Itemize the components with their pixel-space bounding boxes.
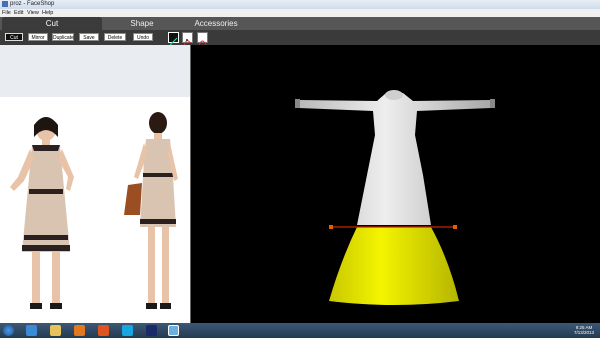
taskbar: 9:25 AM 7/13/2013	[0, 323, 600, 338]
panel-header-strip	[0, 45, 190, 97]
menu-view[interactable]: View	[27, 10, 39, 16]
firefox-icon[interactable]	[98, 325, 109, 336]
window-title: proz - FaceShop	[10, 1, 55, 7]
toolbar: Cut Mirror Duplicate Save Delete Undo	[0, 30, 600, 46]
ie-icon[interactable]	[26, 325, 37, 336]
menu-bar: File Edit View Help	[0, 9, 600, 17]
pen-line-icon[interactable]	[168, 32, 179, 46]
delete-button[interactable]: Delete	[104, 33, 126, 41]
tab-cut[interactable]: Cut	[2, 17, 102, 30]
model-front	[10, 117, 74, 309]
clock[interactable]: 9:25 AM 7/13/2013	[574, 325, 594, 335]
model-back	[124, 112, 178, 309]
undo-button[interactable]: Undo	[133, 33, 153, 41]
duplicate-button[interactable]: Duplicate	[52, 33, 74, 41]
reference-photo	[10, 112, 178, 309]
folder-icon[interactable]	[50, 325, 61, 336]
tab-shape[interactable]: Shape	[112, 17, 172, 30]
faceshop-icon[interactable]	[168, 325, 179, 336]
tab-accessories[interactable]: Accessories	[186, 17, 246, 30]
media-player-icon[interactable]	[74, 325, 85, 336]
cut-button[interactable]: Cut	[5, 33, 23, 41]
windows-start-icon[interactable]	[3, 325, 14, 336]
app-icon	[2, 1, 8, 7]
clock-date: 7/13/2013	[573, 330, 594, 335]
menu-help[interactable]: Help	[42, 10, 53, 16]
cut-region[interactable]	[329, 227, 459, 305]
cut-handle-right[interactable]	[453, 225, 457, 229]
menu-file[interactable]: File	[2, 10, 11, 16]
cut-handle-left[interactable]	[329, 225, 333, 229]
menu-edit[interactable]: Edit	[14, 10, 23, 16]
save-button[interactable]: Save	[79, 33, 99, 41]
reference-image-panel	[0, 45, 190, 323]
mirror-button[interactable]: Mirror	[28, 33, 48, 41]
curve-icon[interactable]	[197, 32, 208, 46]
node-edit-icon[interactable]	[182, 32, 193, 46]
system-tray: 9:25 AM 7/13/2013	[510, 323, 600, 338]
skype-icon[interactable]	[122, 325, 133, 336]
3d-viewport[interactable]	[190, 45, 600, 323]
title-bar: proz - FaceShop	[0, 0, 600, 9]
garment-model[interactable]	[191, 45, 600, 323]
tab-bar: Cut Shape Accessories	[0, 17, 600, 30]
garment-upper	[295, 90, 495, 225]
photoshop-icon[interactable]	[146, 325, 157, 336]
